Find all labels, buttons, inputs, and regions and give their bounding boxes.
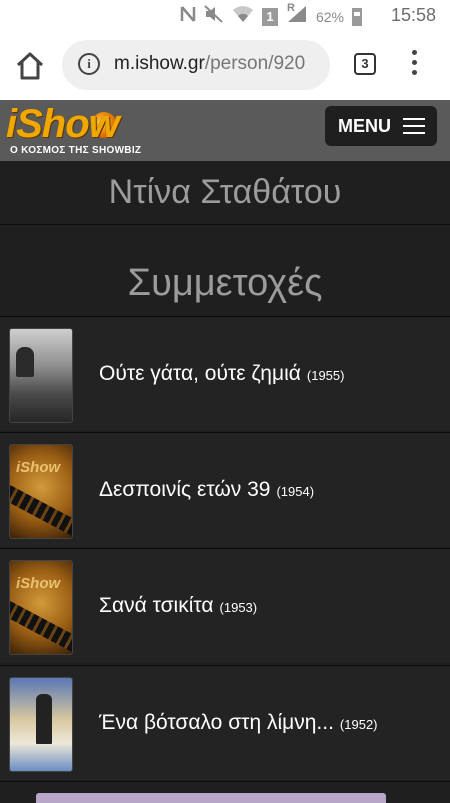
site-info-icon[interactable]: i (78, 53, 100, 75)
status-icons: 1 R 62% (180, 2, 362, 28)
list-item[interactable]: Ούτε γάτα, ούτε ζημιά (1955) (0, 316, 450, 431)
status-bar: 1 R 62% 15:58 (0, 0, 450, 32)
browser-toolbar: i m.ishow.gr/person/920 3 (0, 32, 450, 100)
hamburger-icon (403, 118, 425, 139)
film-year: (1955) (306, 368, 345, 383)
film-title-text: Ένα βότσαλο στη λίμνη... (99, 710, 334, 734)
film-poster-thumbnail[interactable] (9, 328, 73, 423)
film-title[interactable]: Σανά τσικίτα (1953) (99, 549, 257, 662)
sim-icon: 1 (261, 7, 278, 26)
menu-button-label: MENU (338, 116, 391, 136)
bottom-banner[interactable] (36, 793, 386, 803)
url-domain: m.ishow.gr (114, 53, 205, 74)
section-title: Συμμετοχές (127, 262, 323, 304)
battery-percentage: 62% (315, 8, 344, 25)
site-header: iShow Ο ΚΟΣΜΟΣ ΤΗΣ SHOWBIZ MENU (0, 100, 450, 161)
home-icon[interactable] (14, 50, 46, 82)
film-title[interactable]: Ούτε γάτα, ούτε ζημιά (1955) (99, 317, 344, 430)
url-path: /person/920 (204, 53, 306, 74)
divider (0, 781, 450, 782)
address-bar[interactable]: i m.ishow.gr/person/920 (62, 40, 330, 90)
film-year: (1954) (276, 484, 315, 499)
tab-switcher-button[interactable]: 3 (354, 53, 376, 75)
person-name: Ντίνα Σταθάτου (108, 173, 342, 211)
menu-button[interactable]: MENU (325, 106, 437, 146)
film-poster-placeholder[interactable] (9, 560, 73, 655)
more-options-icon[interactable] (406, 50, 422, 80)
logo-brand: iShow (6, 102, 120, 146)
list-item[interactable]: Σανά τσικίτα (1953) (0, 548, 450, 663)
film-title-text: Ούτε γάτα, ούτε ζημιά (99, 361, 301, 385)
wifi-icon (232, 5, 254, 28)
nfc-icon (180, 5, 196, 28)
list-item[interactable]: Δεσποινίς ετών 39 (1954) (0, 432, 450, 547)
film-title[interactable]: Ένα βότσαλο στη λίμνη... (1952) (99, 666, 378, 779)
clock: 15:58 (390, 5, 436, 25)
film-poster-thumbnail[interactable] (9, 677, 73, 772)
film-poster-placeholder[interactable] (9, 444, 73, 539)
signal-icon: R (286, 2, 308, 28)
logo-tagline: Ο ΚΟΣΜΟΣ ΤΗΣ SHOWBIZ (10, 145, 142, 156)
film-title-text: Σανά τσικίτα (99, 593, 214, 617)
battery-icon (352, 7, 362, 26)
divider (0, 224, 450, 225)
film-title-text: Δεσποινίς ετών 39 (99, 477, 271, 501)
film-title[interactable]: Δεσποινίς ετών 39 (1954) (99, 433, 314, 546)
url-text[interactable]: m.ishow.gr/person/920 (114, 53, 305, 75)
list-item[interactable]: Ένα βότσαλο στη λίμνη... (1952) (0, 665, 450, 780)
network-type-label: R (286, 2, 295, 14)
mute-icon (204, 5, 224, 28)
film-year: (1953) (219, 600, 258, 615)
site-logo[interactable]: iShow Ο ΚΟΣΜΟΣ ΤΗΣ SHOWBIZ (6, 102, 156, 159)
film-year: (1952) (339, 717, 378, 732)
